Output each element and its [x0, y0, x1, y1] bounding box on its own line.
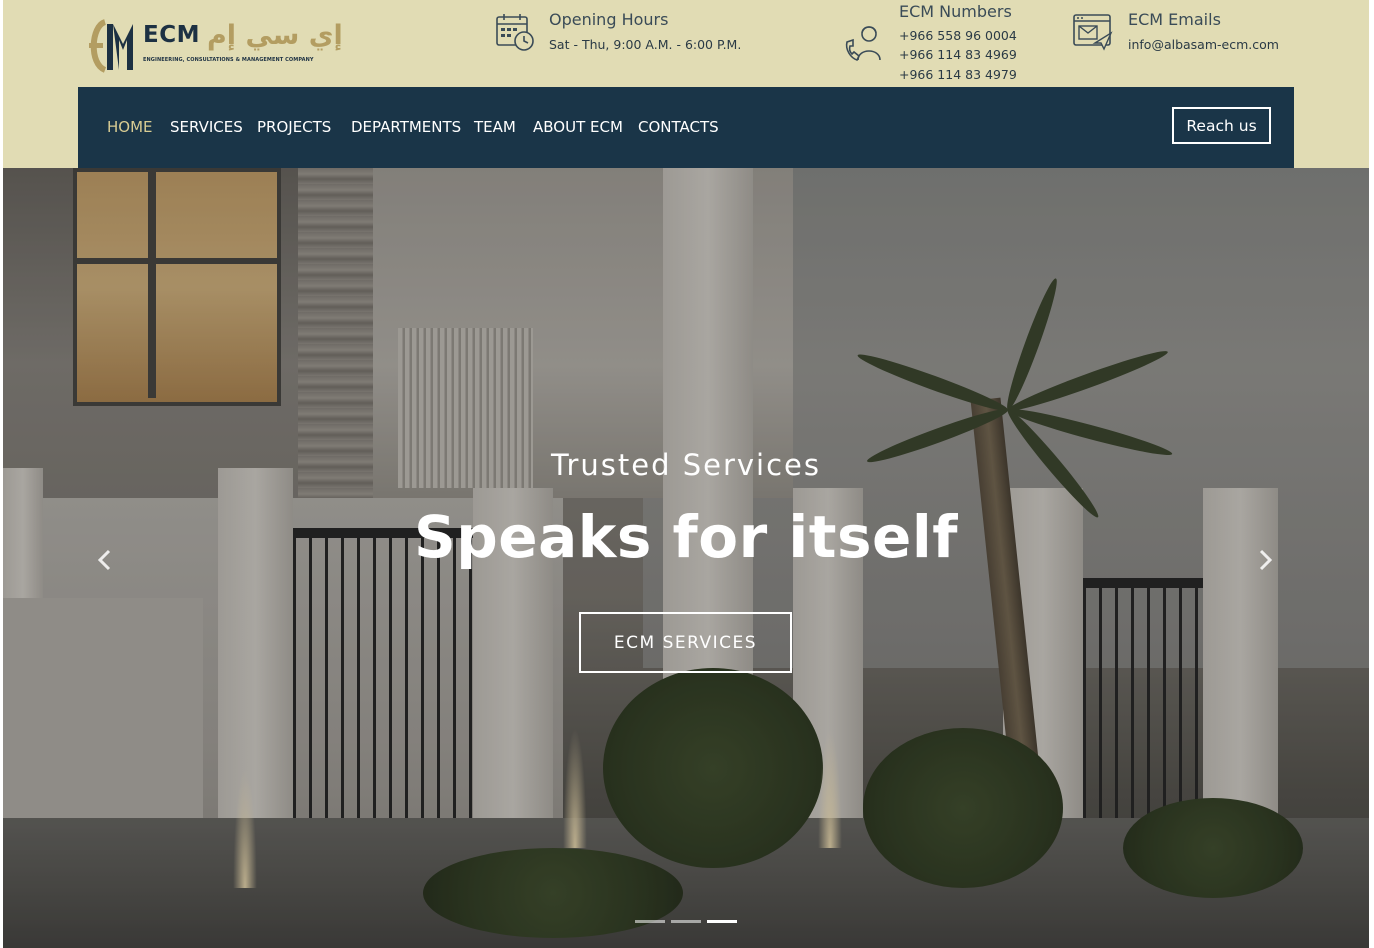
- hero-title: Speaks for itself: [413, 503, 958, 571]
- phone-number-3[interactable]: +966 114 83 4979: [899, 67, 1017, 82]
- email-icon: [1073, 14, 1113, 51]
- hero-subtitle: Trusted Services: [551, 448, 821, 482]
- carousel-next-arrow[interactable]: [1253, 548, 1277, 572]
- chevron-left-icon: [97, 549, 111, 571]
- nav-contacts[interactable]: CONTACTS: [638, 118, 719, 136]
- opening-hours-text: Sat - Thu, 9:00 A.M. - 6:00 P.M.: [549, 37, 742, 52]
- carousel-indicators: [635, 920, 739, 924]
- page: ECM إي سي إم ENGINEERING, CONSULTATIONS …: [3, 0, 1369, 948]
- main-navbar: HOME SERVICES PROJECTS DEPARTMENTS TEAM …: [78, 87, 1294, 168]
- carousel-indicator-1[interactable]: [635, 920, 665, 923]
- nav-services[interactable]: SERVICES: [170, 118, 243, 136]
- nav-team[interactable]: TEAM: [474, 118, 516, 136]
- opening-hours-title: Opening Hours: [549, 10, 669, 29]
- phone-numbers-title: ECM Numbers: [899, 2, 1012, 21]
- chevron-right-icon: [1259, 549, 1273, 571]
- nav-about-ecm[interactable]: ABOUT ECM: [533, 118, 623, 136]
- emails-title: ECM Emails: [1128, 10, 1221, 29]
- phone-number-2[interactable]: +966 114 83 4969: [899, 47, 1017, 62]
- ecm-logo[interactable]: ECM إي سي إم ENGINEERING, CONSULTATIONS …: [83, 14, 343, 76]
- ecm-monogram-icon: [89, 19, 133, 73]
- nav-home[interactable]: HOME: [107, 118, 153, 136]
- reach-us-button[interactable]: Reach us: [1172, 107, 1271, 144]
- ecm-services-button[interactable]: ECM SERVICES: [579, 612, 792, 673]
- carousel-indicator-3[interactable]: [707, 920, 737, 923]
- nav-departments[interactable]: DEPARTMENTS: [351, 118, 461, 136]
- support-agent-icon: [845, 26, 881, 61]
- calendar-clock-icon: [496, 14, 534, 51]
- logo-text-ar: إي سي إم: [207, 20, 343, 51]
- carousel-prev-arrow[interactable]: [93, 548, 117, 572]
- email-address[interactable]: info@albasam-ecm.com: [1128, 37, 1279, 52]
- logo-text-en: ECM: [143, 22, 200, 48]
- logo-tagline: ENGINEERING, CONSULTATIONS & MANAGEMENT …: [143, 57, 314, 63]
- nav-projects[interactable]: PROJECTS: [257, 118, 331, 136]
- hero-carousel: Trusted Services Speaks for itself ECM S…: [3, 168, 1369, 948]
- carousel-indicator-2[interactable]: [671, 920, 701, 923]
- phone-number-1[interactable]: +966 558 96 0004: [899, 28, 1017, 43]
